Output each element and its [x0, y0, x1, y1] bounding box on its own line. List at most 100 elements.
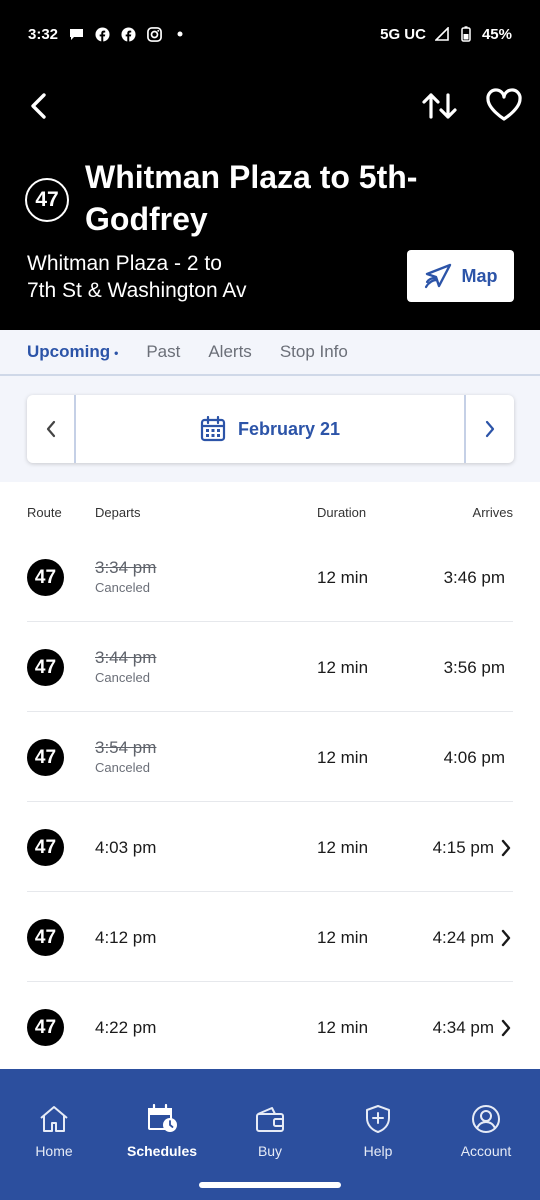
canceled-label: Canceled: [95, 760, 150, 775]
home-icon: [38, 1103, 70, 1135]
nav-help-label: Help: [363, 1143, 393, 1159]
trip-duration: 12 min: [317, 838, 369, 857]
tab-past[interactable]: Past: [146, 342, 180, 362]
battery-level: 45%: [481, 25, 512, 43]
trip-duration: 12 min: [317, 928, 369, 947]
date-selector: February 21: [27, 395, 514, 463]
arrival-time: 3:46 pm: [443, 568, 505, 587]
date-picker-button[interactable]: February 21: [76, 416, 464, 442]
shield-plus-icon: [362, 1103, 394, 1135]
table-row[interactable]: 47 4:22 pm 12 min 4:34 pm: [0, 982, 540, 1072]
signal-icon: [434, 26, 450, 42]
nav-account-label: Account: [460, 1143, 512, 1159]
dot-icon: [172, 26, 188, 42]
facebook-icon: [94, 26, 110, 42]
departure-time: 3:44 pm: [95, 648, 157, 667]
status-time: 3:32: [28, 25, 59, 43]
header-arrives: Arrives: [472, 505, 513, 520]
status-bar: 3:32 5G UC 45%: [0, 0, 540, 68]
trip-duration: 12 min: [317, 1018, 369, 1037]
chevron-right-icon: [499, 1018, 513, 1038]
arrival-time: 4:34 pm: [432, 1018, 494, 1037]
trip-duration: 12 min: [317, 658, 369, 677]
nav-home-label: Home: [35, 1143, 73, 1159]
chevron-left-icon: [31, 93, 46, 119]
calendar-icon: [200, 416, 226, 442]
table-row[interactable]: 47 3:44 pm Canceled 12 min 3:56 pm: [0, 622, 540, 712]
swap-direction-button[interactable]: [420, 86, 460, 126]
canceled-label: Canceled: [95, 670, 150, 685]
status-right: 5G UC 45%: [380, 26, 512, 43]
departure-time: 4:03 pm: [95, 838, 157, 857]
arrival-time: 4:15 pm: [432, 838, 494, 857]
chevron-right-icon: [499, 928, 513, 948]
route-badge: 47: [27, 1009, 64, 1046]
header-duration: Duration: [317, 505, 367, 520]
swap-arrows-icon: [422, 93, 457, 119]
instagram-icon: [146, 26, 162, 42]
chevron-left-icon: [46, 420, 55, 438]
departure-time: 4:12 pm: [95, 928, 157, 947]
nav-account[interactable]: Account: [432, 1069, 540, 1200]
nav-buy-label: Buy: [257, 1143, 283, 1159]
status-left: 3:32: [28, 26, 188, 43]
departure-time: 3:34 pm: [95, 558, 157, 577]
map-button[interactable]: Map: [407, 250, 514, 302]
battery-icon: [458, 26, 474, 42]
previous-day-button[interactable]: [27, 395, 76, 463]
wallet-icon: [254, 1103, 286, 1135]
heart-icon: [486, 88, 522, 121]
tab-upcoming[interactable]: Upcoming •: [27, 342, 118, 362]
tab-alerts[interactable]: Alerts: [208, 342, 251, 362]
route-badge: 47: [27, 649, 64, 686]
arrival-time: 4:24 pm: [432, 928, 494, 947]
header-departs: Departs: [95, 505, 141, 520]
canceled-label: Canceled: [95, 580, 150, 595]
tab-active-dot: •: [114, 345, 119, 360]
user-circle-icon: [470, 1103, 502, 1135]
route-badge: 47: [25, 178, 69, 222]
subtitle-line-1: Whitman Plaza - 2 to: [27, 252, 222, 275]
tab-upcoming-label: Upcoming: [27, 342, 111, 361]
table-row[interactable]: 47 3:34 pm Canceled 12 min 3:46 pm: [0, 532, 540, 622]
facebook-icon: [120, 26, 136, 42]
home-indicator[interactable]: [199, 1182, 341, 1188]
schedule-tabs: Upcoming • Past Alerts Stop Info: [0, 330, 540, 376]
chevron-right-icon: [499, 838, 513, 858]
route-subtitle: Whitman Plaza - 2 to 7th St & Washington…: [27, 250, 387, 304]
network-label: 5G UC: [380, 25, 426, 43]
departure-time: 3:54 pm: [95, 738, 157, 757]
route-badge: 47: [27, 739, 64, 776]
map-button-label: Map: [461, 265, 498, 286]
nav-home[interactable]: Home: [0, 1069, 108, 1200]
trip-duration: 12 min: [317, 568, 369, 587]
selected-date: February 21: [237, 418, 341, 439]
favorite-button[interactable]: [482, 84, 526, 126]
route-badge: 47: [27, 919, 64, 956]
bottom-nav: Home Schedules Buy Help Account: [0, 1069, 540, 1200]
tab-stop-info[interactable]: Stop Info: [280, 342, 348, 362]
nav-buy[interactable]: Buy: [216, 1069, 324, 1200]
nav-schedules-label: Schedules: [126, 1143, 198, 1159]
header-route: Route: [27, 505, 62, 520]
route-badge: 47: [27, 829, 64, 866]
page-title: Whitman Plaza to 5th-Godfrey: [85, 159, 418, 237]
table-header: Route Departs Duration Arrives: [0, 500, 540, 526]
chat-bubble-icon: [68, 26, 84, 42]
chevron-right-icon: [485, 420, 495, 438]
back-button[interactable]: [22, 88, 54, 124]
nav-schedules[interactable]: Schedules: [108, 1069, 216, 1200]
trip-list: 47 3:34 pm Canceled 12 min 3:46 pm 47 3:…: [0, 532, 540, 1072]
nav-help[interactable]: Help: [324, 1069, 432, 1200]
table-row[interactable]: 47 3:54 pm Canceled 12 min 4:06 pm: [0, 712, 540, 802]
table-row[interactable]: 47 4:12 pm 12 min 4:24 pm: [0, 892, 540, 982]
table-row[interactable]: 47 4:03 pm 12 min 4:15 pm: [0, 802, 540, 892]
date-selector-area: February 21: [0, 376, 540, 482]
departure-time: 4:22 pm: [95, 1018, 157, 1037]
calendar-clock-icon: [146, 1103, 178, 1135]
arrival-time: 4:06 pm: [443, 748, 505, 767]
subtitle-line-2: 7th St & Washington Av: [27, 279, 247, 302]
route-header: 47 Whitman Plaza to 5th-Godfrey Whitman …: [0, 68, 540, 330]
map-send-icon: [424, 263, 451, 289]
next-day-button[interactable]: [464, 395, 514, 463]
